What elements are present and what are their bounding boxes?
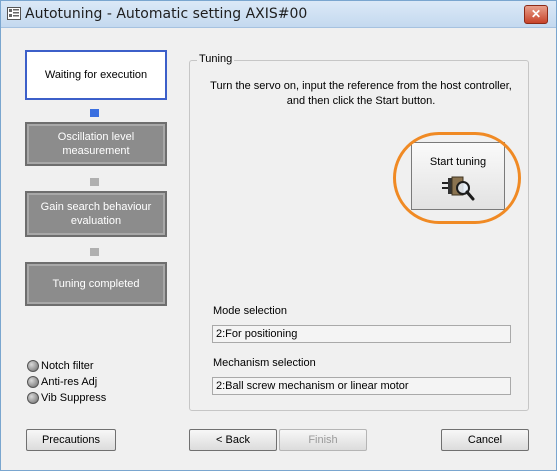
- indicator-anti-res-adj: Anti-res Adj: [27, 376, 97, 388]
- start-tuning-label: Start tuning: [429, 156, 487, 168]
- tuning-group-label: Tuning: [197, 53, 235, 65]
- servo-magnifier-icon: [442, 176, 475, 201]
- step-connector: [90, 109, 99, 117]
- step-waiting-for-execution: Waiting for execution: [25, 50, 167, 100]
- cancel-button[interactable]: Cancel: [441, 429, 529, 451]
- precautions-button[interactable]: Precautions: [26, 429, 116, 451]
- step-connector: [90, 178, 99, 186]
- status-dot-icon: [27, 360, 39, 372]
- tuning-instruction: Turn the servo on, input the reference f…: [210, 80, 512, 107]
- back-button[interactable]: < Back: [189, 429, 277, 451]
- mode-selection-label: Mode selection: [213, 305, 287, 317]
- title-bar: Autotuning - Automatic setting AXIS#00 ✕: [1, 1, 556, 28]
- indicator-notch-filter: Notch filter: [27, 360, 94, 372]
- step-tuning-completed: Tuning completed: [25, 262, 167, 306]
- indicator-vib-suppress: Vib Suppress: [27, 392, 106, 404]
- mechanism-selection-field: 2:Ball screw mechanism or linear motor: [212, 377, 511, 395]
- finish-button: Finish: [279, 429, 367, 451]
- autotuning-window: Autotuning - Automatic setting AXIS#00 ✕…: [0, 0, 557, 471]
- close-icon: ✕: [530, 7, 542, 21]
- close-button[interactable]: ✕: [524, 5, 548, 24]
- step-gain-search-behaviour-evaluation: Gain search behaviour evaluation: [25, 191, 167, 237]
- step-connector: [90, 248, 99, 256]
- step-label: Tuning completed: [52, 278, 140, 290]
- app-icon: [7, 7, 21, 20]
- mechanism-selection-label: Mechanism selection: [213, 357, 316, 369]
- mode-selection-field: 2:For positioning: [212, 325, 511, 343]
- indicator-label: Vib Suppress: [41, 392, 107, 404]
- step-label: Gain search behaviour evaluation: [40, 201, 152, 227]
- status-dot-icon: [27, 392, 39, 404]
- step-oscillation-level-measurement: Oscillation level measurement: [25, 122, 167, 166]
- step-label: Waiting for execution: [44, 69, 148, 81]
- start-tuning-button[interactable]: Start tuning: [411, 142, 505, 210]
- indicator-label: Notch filter: [41, 360, 94, 372]
- step-label: Oscillation level measurement: [57, 131, 135, 157]
- window-title: Autotuning - Automatic setting AXIS#00: [25, 6, 308, 22]
- indicator-label: Anti-res Adj: [41, 376, 98, 388]
- status-dot-icon: [27, 376, 39, 388]
